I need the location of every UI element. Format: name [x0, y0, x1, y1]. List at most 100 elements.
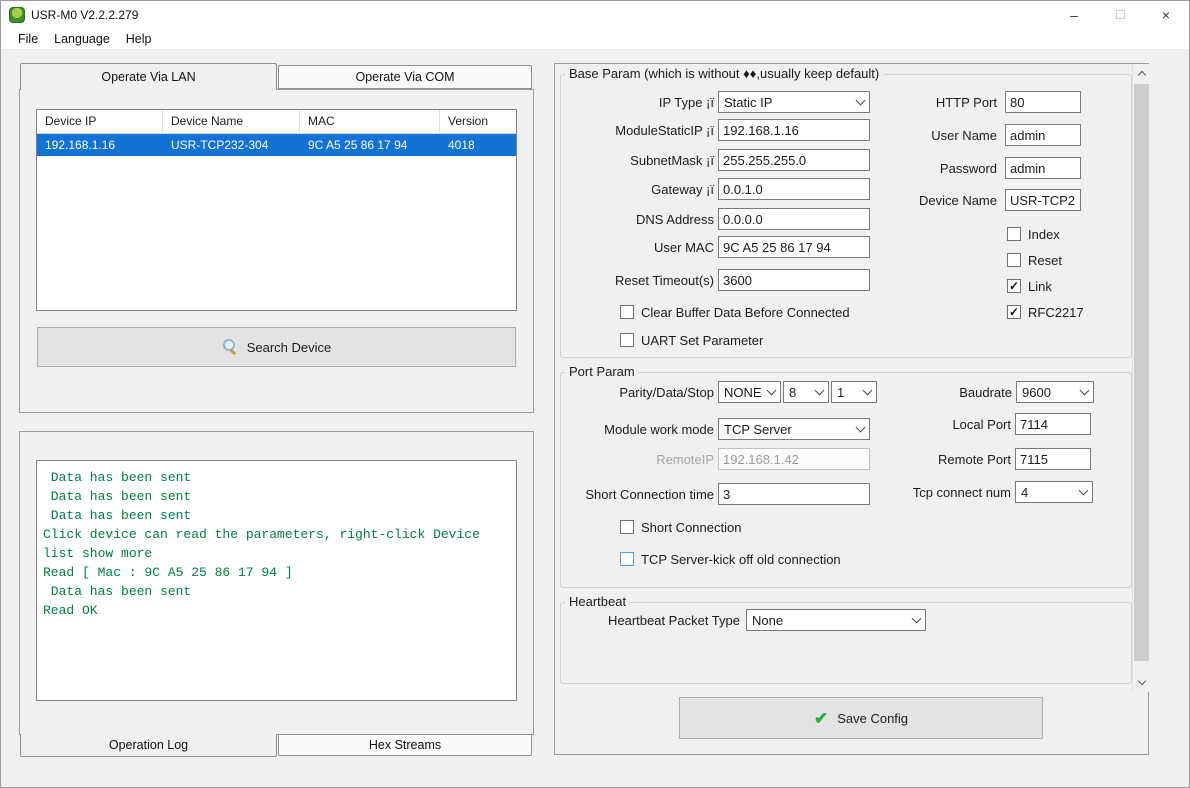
window-controls: – ×: [1051, 1, 1189, 28]
tcp-num-select[interactable]: 4: [1015, 481, 1093, 503]
rfc2217-checkbox[interactable]: [1007, 305, 1021, 319]
http-port-field[interactable]: [1005, 91, 1081, 113]
clear-buffer-label: Clear Buffer Data Before Connected: [641, 304, 850, 320]
user-mac-field[interactable]: [718, 236, 870, 258]
device-table: Device IP Device Name MAC Version 192.16…: [36, 109, 517, 311]
index-checkbox[interactable]: [1007, 227, 1021, 241]
device-name-field[interactable]: [1005, 189, 1081, 211]
link-row: Link: [1007, 275, 1052, 297]
subnet-mask-field[interactable]: [718, 149, 870, 171]
work-mode-value: TCP Server: [724, 421, 792, 437]
chevron-down-icon: [1137, 676, 1146, 686]
module-static-ip-row: ModuleStaticIP ¡ï: [565, 119, 870, 141]
column-device-ip[interactable]: Device IP: [37, 110, 163, 134]
reset-checkbox[interactable]: [1007, 253, 1021, 267]
password-row: Password: [861, 157, 1081, 179]
dns-address-label: DNS Address: [635, 211, 714, 227]
rfc2217-row: RFC2217: [1007, 301, 1084, 323]
parity-select[interactable]: NONE: [718, 381, 781, 403]
remote-port-label: Remote Port: [938, 451, 1011, 467]
chevron-down-icon: [814, 385, 825, 395]
user-name-row: User Name: [861, 124, 1081, 146]
gateway-row: Gateway ¡ï: [565, 178, 870, 200]
local-port-row: Local Port: [861, 413, 1091, 435]
heartbeat-type-row: Heartbeat Packet Type None: [565, 609, 926, 631]
module-static-ip-field[interactable]: [718, 119, 870, 141]
ip-type-row: IP Type ¡ï Static IP: [565, 91, 870, 113]
reset-timeout-label: Reset Timeout(s): [615, 272, 714, 288]
menu-help[interactable]: Help: [118, 32, 160, 46]
cell-device-name: USR-TCP232-304: [171, 138, 269, 152]
uart-set-checkbox[interactable]: [620, 333, 634, 347]
user-name-field[interactable]: [1005, 124, 1081, 146]
close-button[interactable]: ×: [1143, 1, 1189, 28]
short-conn-checkbox[interactable]: [620, 520, 634, 534]
minimize-button[interactable]: –: [1051, 1, 1097, 28]
rfc2217-label: RFC2217: [1028, 304, 1084, 320]
baudrate-value: 9600: [1022, 384, 1051, 400]
chevron-down-icon: [911, 613, 922, 623]
clear-buffer-checkbox[interactable]: [620, 305, 634, 319]
scrollbar-thumb[interactable]: [1134, 84, 1149, 661]
work-mode-select[interactable]: TCP Server: [718, 418, 870, 440]
user-name-label: User Name: [931, 127, 997, 143]
subnet-mask-row: SubnetMask ¡ï: [565, 149, 870, 171]
menu-file[interactable]: File: [10, 32, 46, 46]
local-port-field[interactable]: [1015, 413, 1091, 435]
http-port-label: HTTP Port: [935, 94, 997, 110]
scroll-down-button[interactable]: [1133, 674, 1150, 691]
ip-type-select[interactable]: Static IP: [718, 91, 870, 113]
baudrate-label: Baudrate: [959, 384, 1012, 400]
settings-scrollbar[interactable]: [1132, 64, 1150, 692]
tab-hex-streams[interactable]: Hex Streams: [278, 734, 532, 756]
tab-operate-via-lan[interactable]: Operate Via LAN: [20, 63, 277, 90]
short-conn-label: Short Connection: [641, 519, 742, 535]
link-label: Link: [1028, 278, 1052, 294]
column-mac[interactable]: MAC: [300, 110, 440, 134]
column-version[interactable]: Version: [440, 110, 516, 134]
maximize-button[interactable]: [1097, 1, 1143, 28]
baudrate-row: Baudrate 9600: [861, 381, 1094, 403]
parity-label: Parity/Data/Stop: [619, 384, 714, 400]
data-bits-value: 8: [789, 384, 797, 400]
baudrate-select[interactable]: 9600: [1016, 381, 1094, 403]
remote-port-field[interactable]: [1015, 448, 1091, 470]
tab-operation-log[interactable]: Operation Log: [20, 734, 277, 757]
dns-address-field[interactable]: [718, 208, 870, 230]
kick-checkbox[interactable]: [620, 552, 634, 566]
parity-value: NONE: [724, 384, 762, 400]
data-bits-select[interactable]: 8: [783, 381, 829, 403]
column-device-name[interactable]: Device Name: [163, 110, 300, 134]
heartbeat-type-select[interactable]: None: [746, 609, 926, 631]
menu-language[interactable]: Language: [46, 32, 118, 46]
table-row[interactable]: 192.168.1.16 USR-TCP232-304 9C A5 25 86 …: [37, 134, 516, 156]
search-device-label: Search Device: [246, 339, 332, 355]
work-mode-row: Module work mode TCP Server: [565, 418, 870, 440]
reset-label: Reset: [1028, 252, 1062, 268]
short-time-field[interactable]: [718, 483, 870, 505]
save-config-button[interactable]: ✔ Save Config: [679, 697, 1043, 739]
reset-timeout-field[interactable]: [718, 269, 870, 291]
chevron-up-icon: [1137, 70, 1146, 80]
password-field[interactable]: [1005, 157, 1081, 179]
chevron-down-icon: [1078, 485, 1089, 495]
maximize-icon: [1115, 10, 1125, 19]
chevron-down-icon: [1079, 385, 1090, 395]
link-checkbox[interactable]: [1007, 279, 1021, 293]
cell-version: 4018: [448, 138, 475, 152]
reset-row: Reset: [1007, 249, 1062, 271]
scroll-up-button[interactable]: [1133, 65, 1150, 82]
heartbeat-type-value: None: [752, 612, 784, 628]
chevron-down-icon: [766, 385, 777, 395]
ip-type-label: IP Type ¡ï: [658, 94, 714, 110]
short-conn-row: Short Connection: [620, 516, 741, 538]
tcp-num-row: Tcp connect num 4: [861, 481, 1093, 503]
tab-operate-via-com[interactable]: Operate Via COM: [278, 65, 532, 89]
gateway-field[interactable]: [718, 178, 870, 200]
uart-set-row: UART Set Parameter: [620, 329, 763, 351]
dns-address-row: DNS Address: [565, 208, 870, 230]
operation-log-output[interactable]: Data has been sent Data has been sent Da…: [36, 460, 517, 701]
user-mac-row: User MAC: [565, 236, 870, 258]
search-device-button[interactable]: Search Device: [37, 327, 516, 367]
remote-port-row: Remote Port: [861, 448, 1091, 470]
